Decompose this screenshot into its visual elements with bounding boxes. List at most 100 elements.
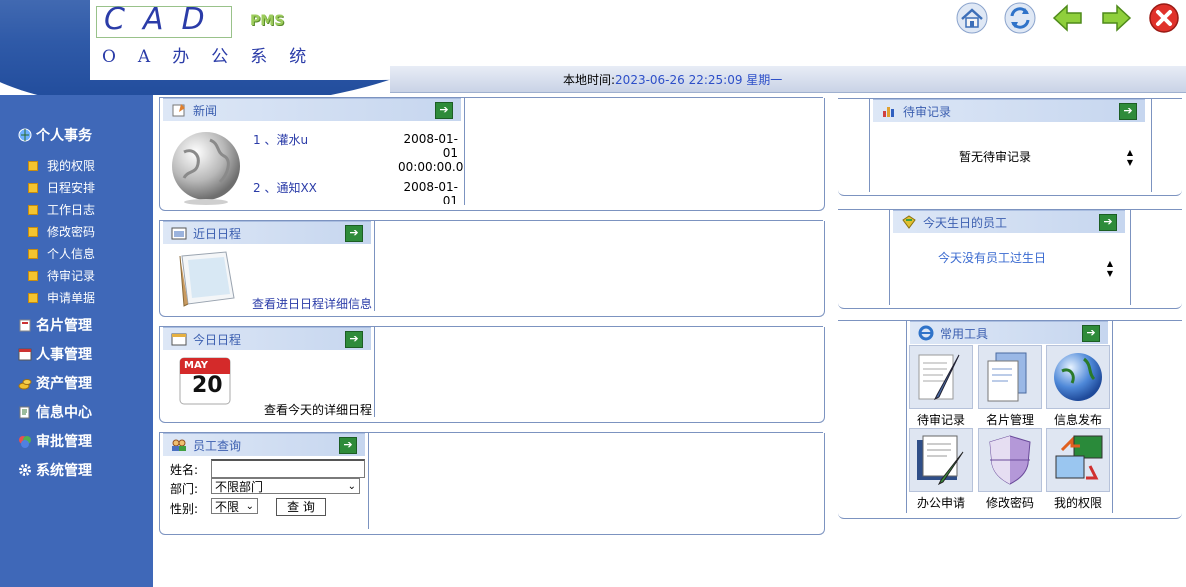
calendar-icon — [171, 225, 187, 241]
tools-more-arrow-icon[interactable]: ➔ — [1082, 325, 1100, 342]
time-bar: 本地时间:2023-06-26 22:25:09 星期一 — [390, 66, 1186, 93]
news-more-arrow-icon[interactable]: ➔ — [435, 102, 453, 119]
users-icon — [171, 437, 187, 453]
sidebar-item-my-permissions[interactable]: 我的权限 — [28, 157, 95, 174]
forward-icon[interactable] — [1100, 2, 1132, 34]
tool-pending[interactable]: 待审记录 — [908, 345, 974, 428]
news-date: 2008-01-01 00:00:00.0 — [398, 132, 464, 174]
calendar-icon: MAY 20 — [176, 354, 234, 408]
pending-title-bar: 待审记录 ➔ — [873, 99, 1145, 122]
tool-cards[interactable]: 名片管理 — [977, 345, 1043, 428]
tools-title: 常用工具 — [940, 326, 989, 341]
bullet-icon — [28, 226, 38, 237]
today-schedule-link[interactable]: 查看今天的详细日程 — [264, 401, 372, 418]
bullet-icon — [28, 270, 38, 281]
bullet-icon — [28, 204, 38, 215]
sidebar-item-personal-info[interactable]: 个人信息 — [28, 245, 95, 262]
sidebar-item-pending[interactable]: 待审记录 — [28, 267, 95, 284]
notepad-icon — [174, 250, 238, 311]
calendar-day: 20 — [192, 373, 223, 398]
sidebar-section-hr[interactable]: 人事管理 — [18, 344, 92, 364]
today-schedule-title: 今日日程 — [193, 332, 242, 347]
card-icon — [18, 318, 32, 332]
gear-icon — [18, 463, 32, 477]
recent-schedule-link[interactable]: 查看进日日程详细信息 — [252, 295, 372, 312]
birthday-title-bar: 今天生日的员工 ➔ — [893, 210, 1125, 233]
pending-more-arrow-icon[interactable]: ➔ — [1119, 103, 1137, 120]
sidebar-item-applications[interactable]: 申请单据 — [28, 289, 95, 306]
application-icon — [909, 428, 973, 492]
news-date: 2008-01-01 — [403, 180, 458, 204]
tool-change-password[interactable]: 修改密码 — [977, 428, 1043, 511]
sidebar-item-schedule[interactable]: 日程安排 — [28, 179, 95, 196]
recent-schedule-more-arrow-icon[interactable]: ➔ — [345, 225, 363, 242]
query-button[interactable]: 查 询 — [276, 498, 326, 516]
scroll-arrows-icon[interactable]: ▲ ▼ — [1125, 148, 1135, 168]
sidebar: 个人事务 我的权限 日程安排 工作日志 修改密码 个人信息 待审记录 申请单据 … — [0, 95, 153, 587]
today-schedule-more-arrow-icon[interactable]: ➔ — [345, 331, 363, 348]
name-input[interactable] — [211, 459, 365, 478]
gender-select[interactable]: 不限 ⌄ — [211, 498, 258, 514]
sidebar-item-change-password[interactable]: 修改密码 — [28, 223, 95, 240]
coins-icon — [18, 376, 32, 390]
news-icon — [171, 102, 187, 118]
bullet-icon — [28, 160, 38, 171]
name-label: 姓名: — [170, 463, 199, 477]
globe-icon — [18, 128, 32, 142]
birthday-title: 今天生日的员工 — [923, 215, 1008, 230]
chevron-down-icon: ⌄ — [245, 500, 254, 512]
logo-pms: PMS — [250, 13, 285, 29]
divider — [1112, 321, 1113, 513]
chart-icon — [881, 103, 897, 119]
news-title: 新闻 — [193, 103, 218, 118]
birthday-more-arrow-icon[interactable]: ➔ — [1099, 214, 1117, 231]
globe-icon — [1046, 345, 1110, 409]
news-title-bar: 新闻 ➔ — [163, 98, 461, 121]
divider — [374, 327, 375, 417]
staff-query-title: 员工查询 — [193, 438, 242, 453]
shield-icon — [978, 428, 1042, 492]
home-icon[interactable] — [956, 2, 988, 34]
bullet-icon — [28, 182, 38, 193]
staff-query-more-arrow-icon[interactable]: ➔ — [339, 437, 357, 454]
local-time: 本地时间:2023-06-26 22:25:09 星期一 — [563, 73, 783, 87]
logo-cad: CAD — [104, 2, 223, 37]
refresh-icon[interactable] — [1004, 2, 1036, 34]
dept-select[interactable]: 不限部门 ⌄ — [211, 478, 360, 494]
info-icon — [18, 405, 32, 419]
tool-office-application[interactable]: 办公申请 — [908, 428, 974, 511]
calendar-icon — [171, 331, 187, 347]
folder-icon — [978, 345, 1042, 409]
divider — [374, 221, 375, 311]
chevron-down-icon: ⌄ — [347, 480, 356, 492]
sidebar-section-info[interactable]: 信息中心 — [18, 402, 92, 422]
news-item[interactable]: 1 、灌水u — [253, 131, 308, 148]
sidebar-section-assets[interactable]: 资产管理 — [18, 373, 92, 393]
divider — [1151, 99, 1152, 192]
back-icon[interactable] — [1052, 2, 1084, 34]
close-icon[interactable] — [1148, 2, 1180, 34]
monitors-icon — [1046, 428, 1110, 492]
gender-label: 性别: — [170, 502, 199, 516]
pending-empty-text: 暂无待审记录 — [959, 150, 1032, 164]
sidebar-item-work-log[interactable]: 工作日志 — [28, 201, 95, 218]
document-pen-icon — [909, 345, 973, 409]
bullet-icon — [28, 248, 38, 259]
scroll-arrows-icon[interactable]: ▲ ▼ — [1105, 259, 1115, 279]
divider — [368, 433, 369, 529]
sidebar-section-cards[interactable]: 名片管理 — [18, 315, 92, 335]
news-item[interactable]: 2 、通知XX — [253, 179, 317, 196]
tool-publish[interactable]: 信息发布 — [1045, 345, 1111, 428]
divider — [869, 99, 870, 192]
sidebar-section-personal[interactable]: 个人事务 — [18, 125, 92, 145]
pending-title: 待审记录 — [903, 104, 952, 119]
sidebar-section-approval[interactable]: 审批管理 — [18, 431, 92, 451]
tool-my-permissions[interactable]: 我的权限 — [1045, 428, 1111, 511]
ie-icon — [918, 325, 934, 341]
sidebar-section-system[interactable]: 系统管理 — [18, 460, 92, 480]
divider — [889, 210, 890, 305]
gift-icon — [901, 214, 917, 230]
calendar-month: MAY — [184, 360, 208, 371]
recent-schedule-title-bar: 近日日程 ➔ — [163, 221, 371, 244]
bullet-icon — [28, 292, 38, 303]
